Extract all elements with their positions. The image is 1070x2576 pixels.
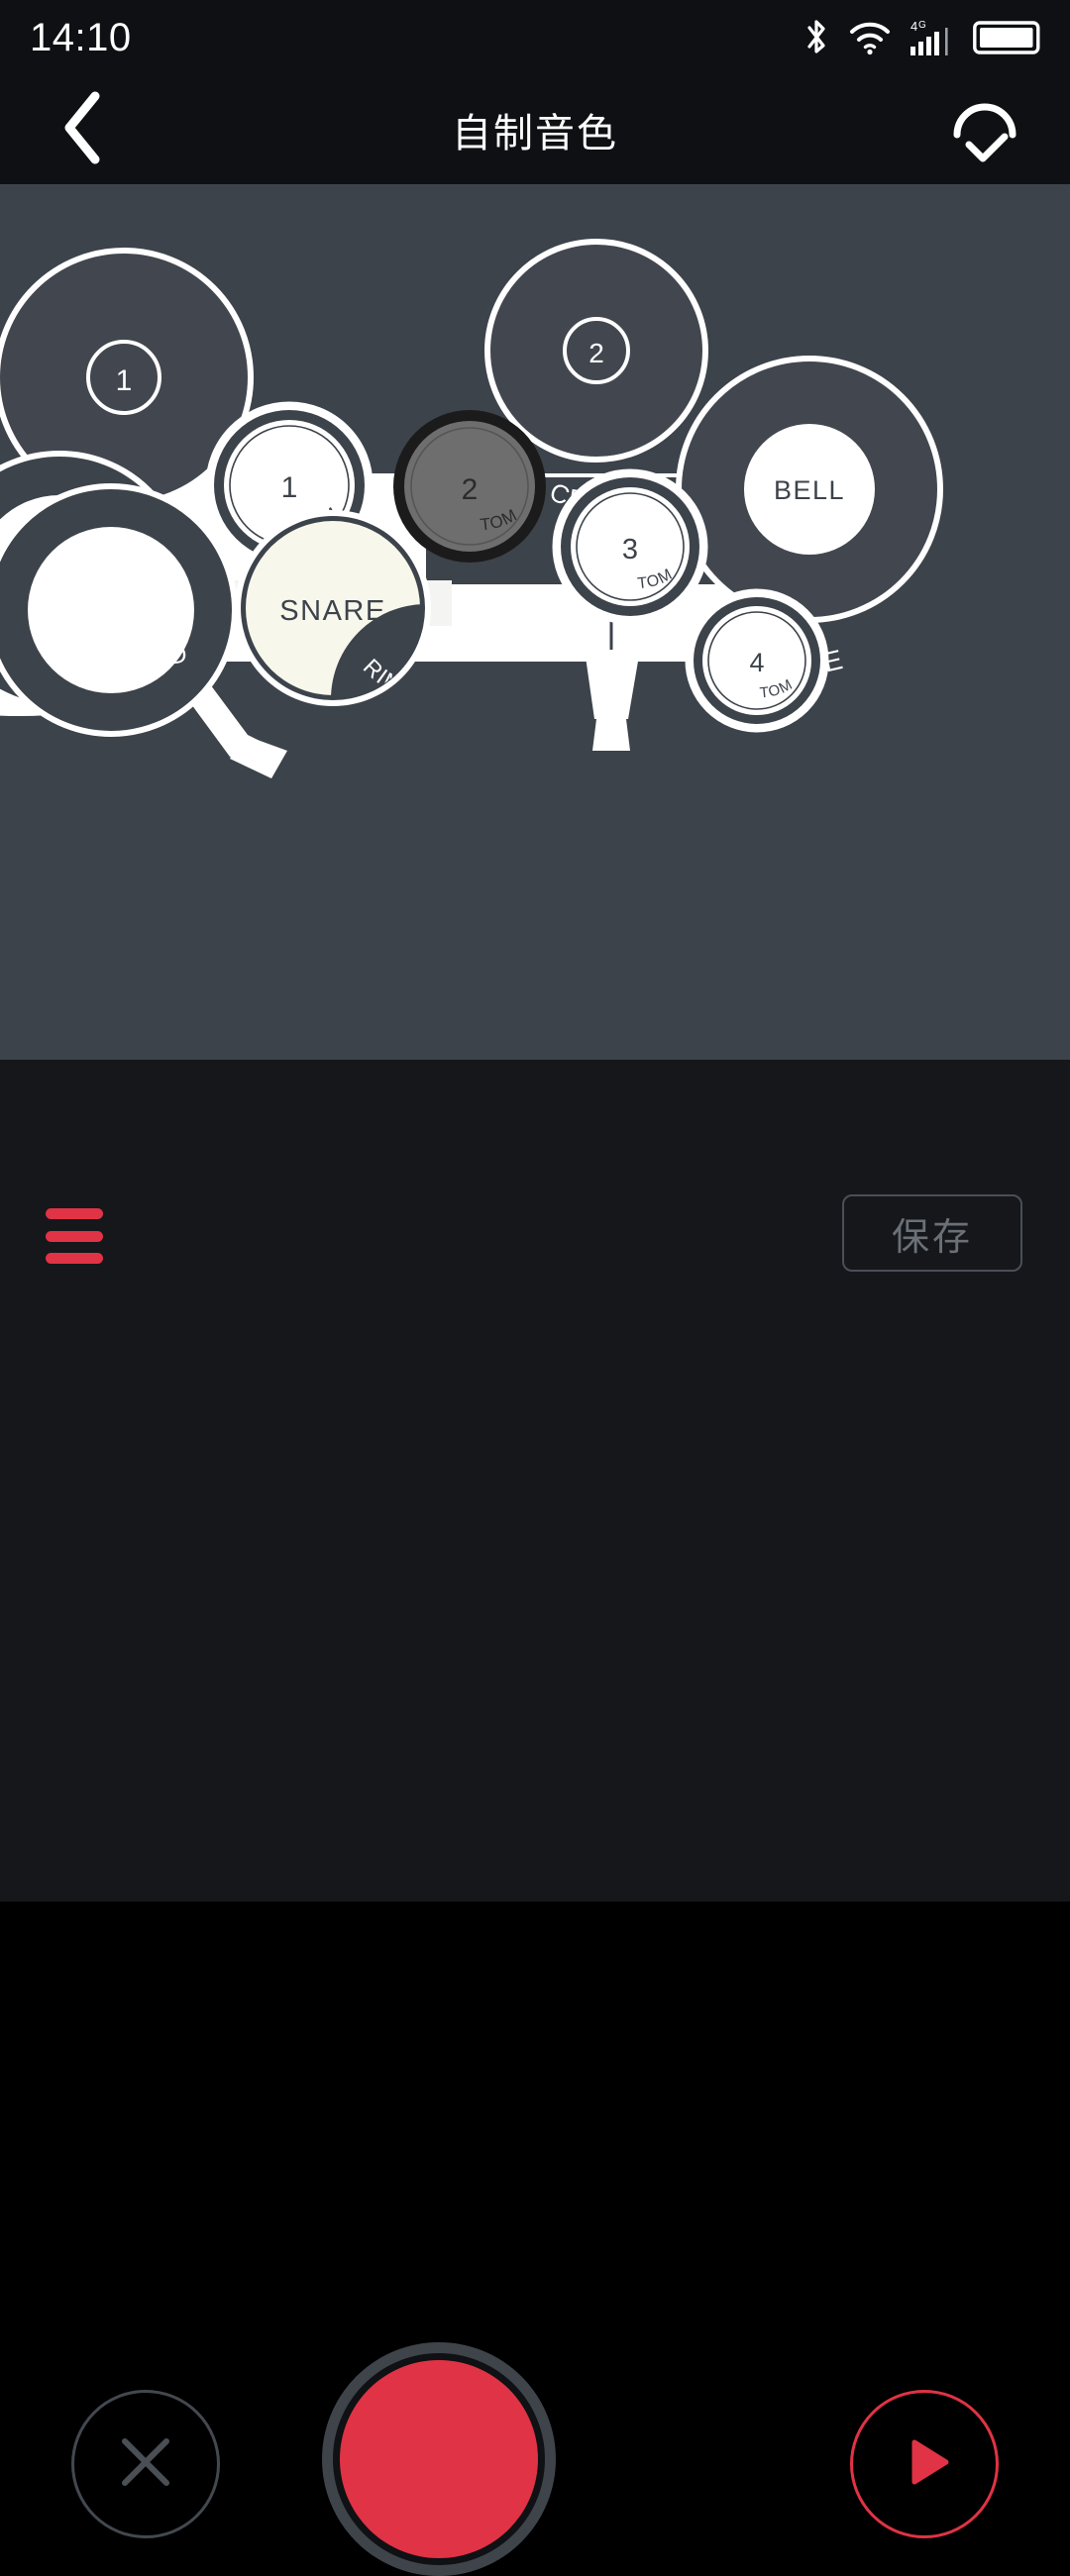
app-root: 14:10 4 G [0, 0, 1070, 1902]
cellular-signal-icon: 4 G [910, 18, 955, 57]
battery-icon [973, 19, 1042, 56]
pad-tom3-number: 3 [622, 534, 638, 566]
close-x-icon [109, 2425, 182, 2504]
pad-tom3[interactable]: 3 TOM [555, 471, 705, 622]
cancel-button[interactable] [71, 2390, 220, 2538]
pad-tom2[interactable]: 2 TOM [393, 410, 546, 563]
play-button[interactable] [850, 2390, 999, 2538]
record-circle-icon [340, 2360, 538, 2558]
page-title: 自制音色 [0, 101, 1070, 158]
wifi-icon [848, 20, 892, 55]
kick-pedal [585, 609, 640, 751]
pad-tom1-number: 1 [281, 471, 298, 504]
pad-snare-label: SNARE [279, 595, 385, 627]
pad-crash2-number: 2 [588, 338, 604, 368]
pad-tom4-number: 4 [749, 648, 764, 677]
pad-hh-closed[interactable]: HH CLOSED [0, 486, 235, 734]
arc-check-icon [945, 89, 1024, 171]
title-bar: 自制音色 [0, 75, 1070, 184]
apply-button[interactable] [937, 82, 1032, 177]
svg-text:G: G [918, 20, 926, 31]
status-clock: 14:10 [30, 16, 132, 60]
status-icon-group: 4 G [802, 18, 1042, 57]
bluetooth-icon [802, 18, 830, 57]
pad-tom2-number: 2 [462, 473, 479, 506]
transport-controls [0, 1169, 1070, 1624]
pad-bell[interactable]: BELL [744, 424, 875, 555]
pad-tom4[interactable]: 4 TOM [688, 591, 826, 730]
play-triangle-icon [889, 2426, 960, 2503]
pad-bell-label: BELL [774, 475, 845, 505]
drum-kit-diagram: 1 CRASH HH OPEN HH CLOSED [0, 184, 1070, 1060]
svg-text:4: 4 [910, 19, 917, 34]
status-bar: 14:10 4 G [0, 0, 1070, 75]
pad-crash1-number: 1 [116, 364, 133, 397]
drum-kit-stage: 1 CRASH HH OPEN HH CLOSED [0, 184, 1070, 1060]
record-button[interactable] [322, 2342, 556, 2576]
